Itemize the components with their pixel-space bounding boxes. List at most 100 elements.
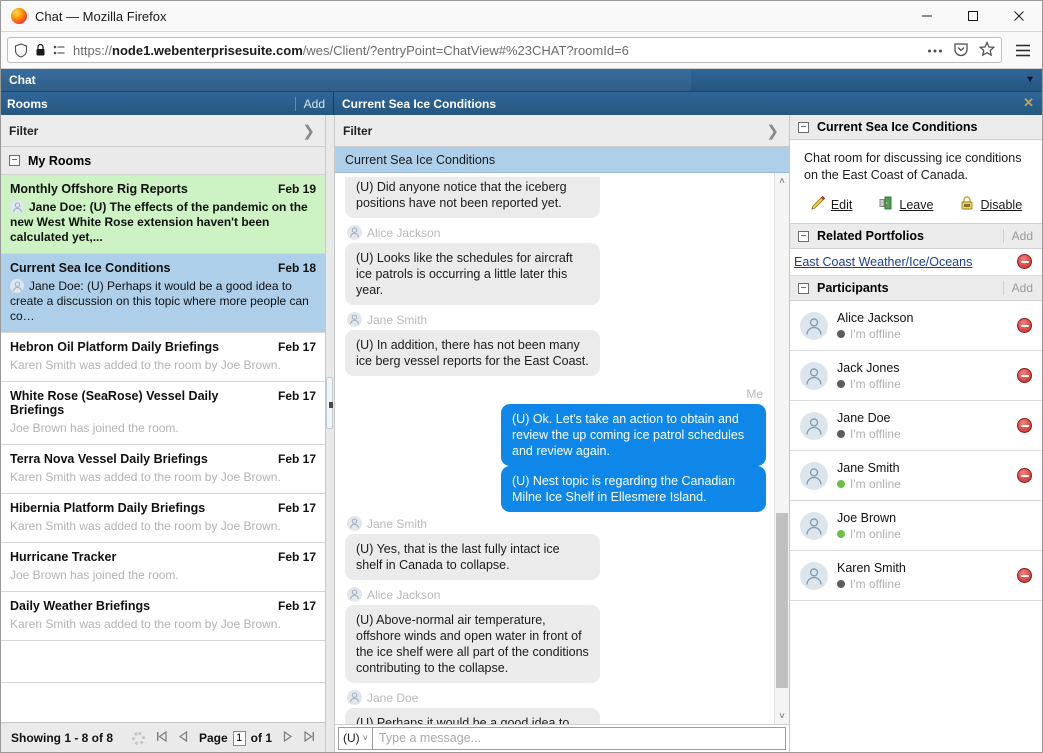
leave-action[interactable]: Leave bbox=[878, 195, 933, 214]
prev-page-icon[interactable] bbox=[178, 730, 188, 745]
portfolios-add-button[interactable]: Add bbox=[1002, 229, 1042, 243]
left-splitter-collapse-handle[interactable] bbox=[326, 377, 333, 429]
message-bubble[interactable]: (U) In addition, there has not been many… bbox=[345, 330, 600, 376]
room-list-item[interactable]: White Rose (SeaRose) Vessel Daily Briefi… bbox=[1, 382, 325, 445]
room-date: Feb 17 bbox=[277, 501, 316, 515]
participants-section-header[interactable]: − Participants Add bbox=[790, 276, 1042, 301]
room-list-item[interactable]: Current Sea Ice Conditions Feb 18 Jane Doe… bbox=[1, 254, 325, 333]
first-page-icon[interactable] bbox=[156, 730, 167, 745]
message-bubble[interactable]: (U) Looks like the schedules for aircraf… bbox=[345, 243, 600, 305]
scroll-up-icon[interactable]: ˄ bbox=[779, 173, 785, 189]
scroll-down-icon[interactable]: ˅ bbox=[779, 708, 785, 724]
url-path: /wes/Client/?entryPoint=ChatView#%23CHAT… bbox=[302, 42, 629, 58]
chevron-right-icon[interactable]: ❯ bbox=[302, 122, 325, 140]
room-details-section-header[interactable]: − Current Sea Ice Conditions bbox=[790, 115, 1042, 140]
participant-row[interactable]: Jane Doe I'm offline bbox=[790, 401, 1042, 451]
refresh-icon[interactable] bbox=[131, 731, 145, 745]
rooms-add-button[interactable]: Add bbox=[294, 96, 333, 111]
remove-participant-icon[interactable] bbox=[1017, 568, 1032, 583]
participant-name: Alice Jackson bbox=[837, 310, 914, 325]
bookmark-star-icon[interactable] bbox=[978, 40, 996, 60]
room-list-item[interactable]: Daily Weather Briefings Feb 17 Karen Smith… bbox=[1, 592, 325, 641]
participant-status: I'm online bbox=[837, 477, 901, 491]
chevron-down-icon[interactable]: ▼ bbox=[1025, 75, 1035, 86]
scrollbar-thumb[interactable] bbox=[776, 513, 788, 688]
title-bar: Chat — Mozilla Firefox bbox=[1, 1, 1042, 32]
room-name: Hebron Oil Platform Daily Briefings bbox=[10, 340, 220, 354]
room-list-item[interactable]: Terra Nova Vessel Daily Briefings Feb 17 K… bbox=[1, 445, 325, 494]
left-splitter[interactable] bbox=[326, 115, 335, 752]
room-list-item[interactable]: Hurricane Tracker Feb 17 Joe Brown has joi… bbox=[1, 543, 325, 592]
message-bubble[interactable]: (U) Above-normal air temperature, offsho… bbox=[345, 605, 600, 683]
rooms-filter-bar[interactable]: Filter ❯ bbox=[1, 115, 325, 147]
remove-participant-icon[interactable] bbox=[1017, 468, 1032, 483]
collapse-toggle-icon[interactable]: − bbox=[798, 230, 809, 242]
portfolio-link[interactable]: East Coast Weather/Ice/Oceans bbox=[792, 255, 972, 269]
remove-portfolio-icon[interactable] bbox=[1017, 254, 1032, 269]
participant-row[interactable]: Jane Smith I'm online bbox=[790, 451, 1042, 501]
app-menu-icon[interactable] bbox=[1010, 37, 1036, 63]
remove-participant-icon[interactable] bbox=[1017, 318, 1032, 333]
participant-row[interactable]: Jack Jones I'm offline bbox=[790, 351, 1042, 401]
message-list[interactable]: (U) Did anyone notice that the iceberg p… bbox=[335, 173, 774, 724]
message-bubble[interactable]: (U) Yes, that is the last fully intact i… bbox=[345, 534, 600, 580]
room-preview-text: Karen Smith was added to the room by Joe… bbox=[10, 519, 281, 533]
message-scrollbar[interactable]: ˄ ˅ bbox=[774, 173, 789, 724]
leave-action-label[interactable]: Leave bbox=[899, 198, 933, 212]
participant-row[interactable]: Alice Jackson I'm offline bbox=[790, 301, 1042, 351]
remove-participant-icon[interactable] bbox=[1017, 368, 1032, 383]
room-preview-text: Jane Doe: (U) Perhaps it would be a good… bbox=[10, 279, 309, 323]
room-item-top: Hibernia Platform Daily Briefings Feb 17 bbox=[10, 501, 316, 515]
room-preview-text: Joe Brown has joined the room. bbox=[10, 568, 179, 582]
url-bar[interactable]: https://node1.webenterprisesuite.com/wes… bbox=[7, 37, 1002, 63]
room-item-top: Current Sea Ice Conditions Feb 18 bbox=[10, 261, 316, 275]
collapse-toggle-icon[interactable]: − bbox=[798, 121, 809, 133]
remove-participant-icon[interactable] bbox=[1017, 418, 1032, 433]
disable-action-label[interactable]: Disable bbox=[980, 198, 1022, 212]
related-portfolios-section-header[interactable]: − Related Portfolios Add bbox=[790, 224, 1042, 249]
participant-row[interactable]: Karen Smith I'm offline bbox=[790, 551, 1042, 601]
close-icon[interactable] bbox=[996, 1, 1042, 32]
disable-action[interactable]: Disable bbox=[959, 195, 1022, 214]
my-rooms-group-header[interactable]: − My Rooms bbox=[1, 147, 325, 175]
lock-icon bbox=[959, 195, 975, 214]
participants-add-button[interactable]: Add bbox=[1002, 281, 1042, 295]
maximize-icon[interactable] bbox=[950, 1, 996, 32]
message-bubble[interactable]: (U) Did anyone notice that the iceberg p… bbox=[345, 177, 600, 218]
chevron-right-icon[interactable]: ❯ bbox=[766, 122, 789, 140]
permissions-icon[interactable] bbox=[53, 44, 66, 57]
room-list-item[interactable]: Monthly Offshore Rig Reports Feb 19 Jane D… bbox=[1, 175, 325, 254]
participant-row[interactable]: Joe Brown I'm online bbox=[790, 501, 1042, 551]
room-list-item[interactable]: Hibernia Platform Daily Briefings Feb 17 K… bbox=[1, 494, 325, 543]
minimize-icon[interactable] bbox=[904, 1, 950, 32]
message-bubble[interactable]: (U) Nest topic is regarding the Canadian… bbox=[501, 466, 766, 512]
message-input[interactable]: Type a message... bbox=[372, 726, 786, 750]
room-list-item[interactable]: Hebron Oil Platform Daily Briefings Feb 1… bbox=[1, 333, 325, 382]
classification-select[interactable]: (U) ˅ bbox=[338, 726, 373, 750]
avatar bbox=[800, 361, 828, 390]
last-page-icon[interactable] bbox=[304, 730, 315, 745]
module-tab-bar[interactable]: Chat ▼ bbox=[1, 69, 1042, 92]
message-author: Jane Smith bbox=[367, 312, 428, 327]
collapse-toggle-icon[interactable]: − bbox=[9, 155, 20, 166]
page-number-input[interactable] bbox=[232, 730, 246, 746]
pencil-icon bbox=[810, 195, 826, 214]
edit-action-label[interactable]: Edit bbox=[831, 198, 853, 212]
close-icon[interactable]: ✕ bbox=[1023, 95, 1034, 111]
collapse-toggle-icon[interactable]: − bbox=[798, 282, 809, 294]
url-bar-buttons bbox=[927, 40, 996, 60]
message-bubble[interactable]: (U) Perhaps it would be a good idea to c… bbox=[345, 708, 600, 724]
message-row-outgoing: (U) Nest topic is regarding the Canadian… bbox=[345, 466, 766, 512]
pocket-icon[interactable] bbox=[953, 41, 969, 60]
chat-filter-bar[interactable]: Filter ❯ bbox=[335, 115, 789, 147]
page-actions-icon[interactable] bbox=[927, 43, 943, 57]
shield-icon[interactable] bbox=[14, 42, 28, 58]
message-bubble[interactable]: (U) Ok. Let's take an action to obtain a… bbox=[501, 404, 766, 466]
lock-icon[interactable] bbox=[35, 43, 46, 57]
next-page-icon[interactable] bbox=[283, 730, 293, 745]
rooms-list[interactable]: Monthly Offshore Rig Reports Feb 19 Jane D… bbox=[1, 175, 325, 722]
chevron-down-icon: ˅ bbox=[362, 733, 368, 743]
edit-action[interactable]: Edit bbox=[810, 195, 853, 214]
url-text[interactable]: https://node1.webenterprisesuite.com/wes… bbox=[73, 43, 919, 58]
avatar bbox=[800, 411, 828, 440]
